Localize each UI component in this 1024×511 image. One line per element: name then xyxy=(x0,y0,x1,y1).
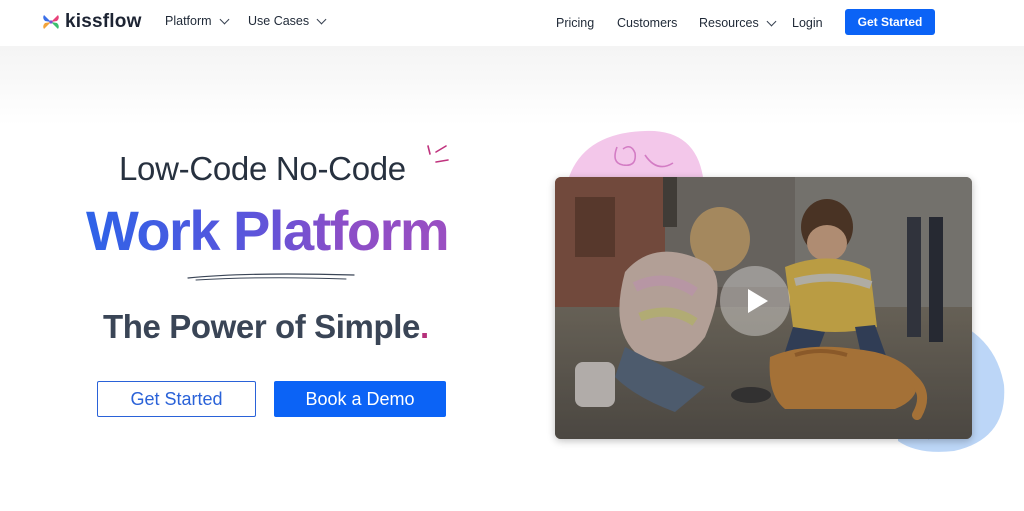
hero-subheadline: The Power of Simple. xyxy=(103,308,429,346)
nav-pricing-label: Pricing xyxy=(556,16,595,30)
nav-customers[interactable]: Customers xyxy=(617,16,677,30)
nav-platform-label: Platform xyxy=(165,14,212,28)
hero-background-band xyxy=(0,46,1024,126)
chevron-down-icon xyxy=(316,14,327,24)
chevron-down-icon xyxy=(219,14,229,24)
brand-name: kissflow xyxy=(65,11,142,32)
nav-login[interactable]: Login xyxy=(792,16,823,30)
brand-logo[interactable]: kissflow xyxy=(41,11,142,33)
video-play-button[interactable] xyxy=(720,266,790,336)
hero-headline: Work Platform xyxy=(86,199,450,262)
nav-resources-label: Resources xyxy=(699,16,759,30)
book-demo-button[interactable]: Book a Demo xyxy=(274,381,446,417)
play-icon xyxy=(747,289,768,313)
hero-subheadline-dot: . xyxy=(419,308,429,345)
nav-use-cases[interactable]: Use Cases xyxy=(248,14,327,28)
nav-platform[interactable]: Platform xyxy=(165,14,229,28)
top-navbar: kissflow Platform Use Cases Pricing Cust… xyxy=(0,0,1024,46)
hero-tagline: Low-Code No-Code xyxy=(119,150,406,187)
nav-login-label: Login xyxy=(792,16,823,30)
sparkle-accent-icon xyxy=(427,145,449,163)
nav-resources[interactable]: Resources xyxy=(699,16,777,30)
underline-swoosh-decoration xyxy=(187,273,355,281)
nav-use-cases-label: Use Cases xyxy=(248,14,310,28)
get-started-button[interactable]: Get Started xyxy=(97,381,256,417)
butterfly-logo-icon xyxy=(41,12,61,32)
hero-subheadline-text: The Power of Simple xyxy=(103,308,420,345)
chevron-down-icon xyxy=(766,16,777,26)
landing-page: kissflow Platform Use Cases Pricing Cust… xyxy=(0,0,1024,511)
nav-pricing[interactable]: Pricing xyxy=(556,16,594,30)
nav-get-started-button[interactable]: Get Started xyxy=(845,9,935,35)
nav-customers-label: Customers xyxy=(617,16,678,30)
